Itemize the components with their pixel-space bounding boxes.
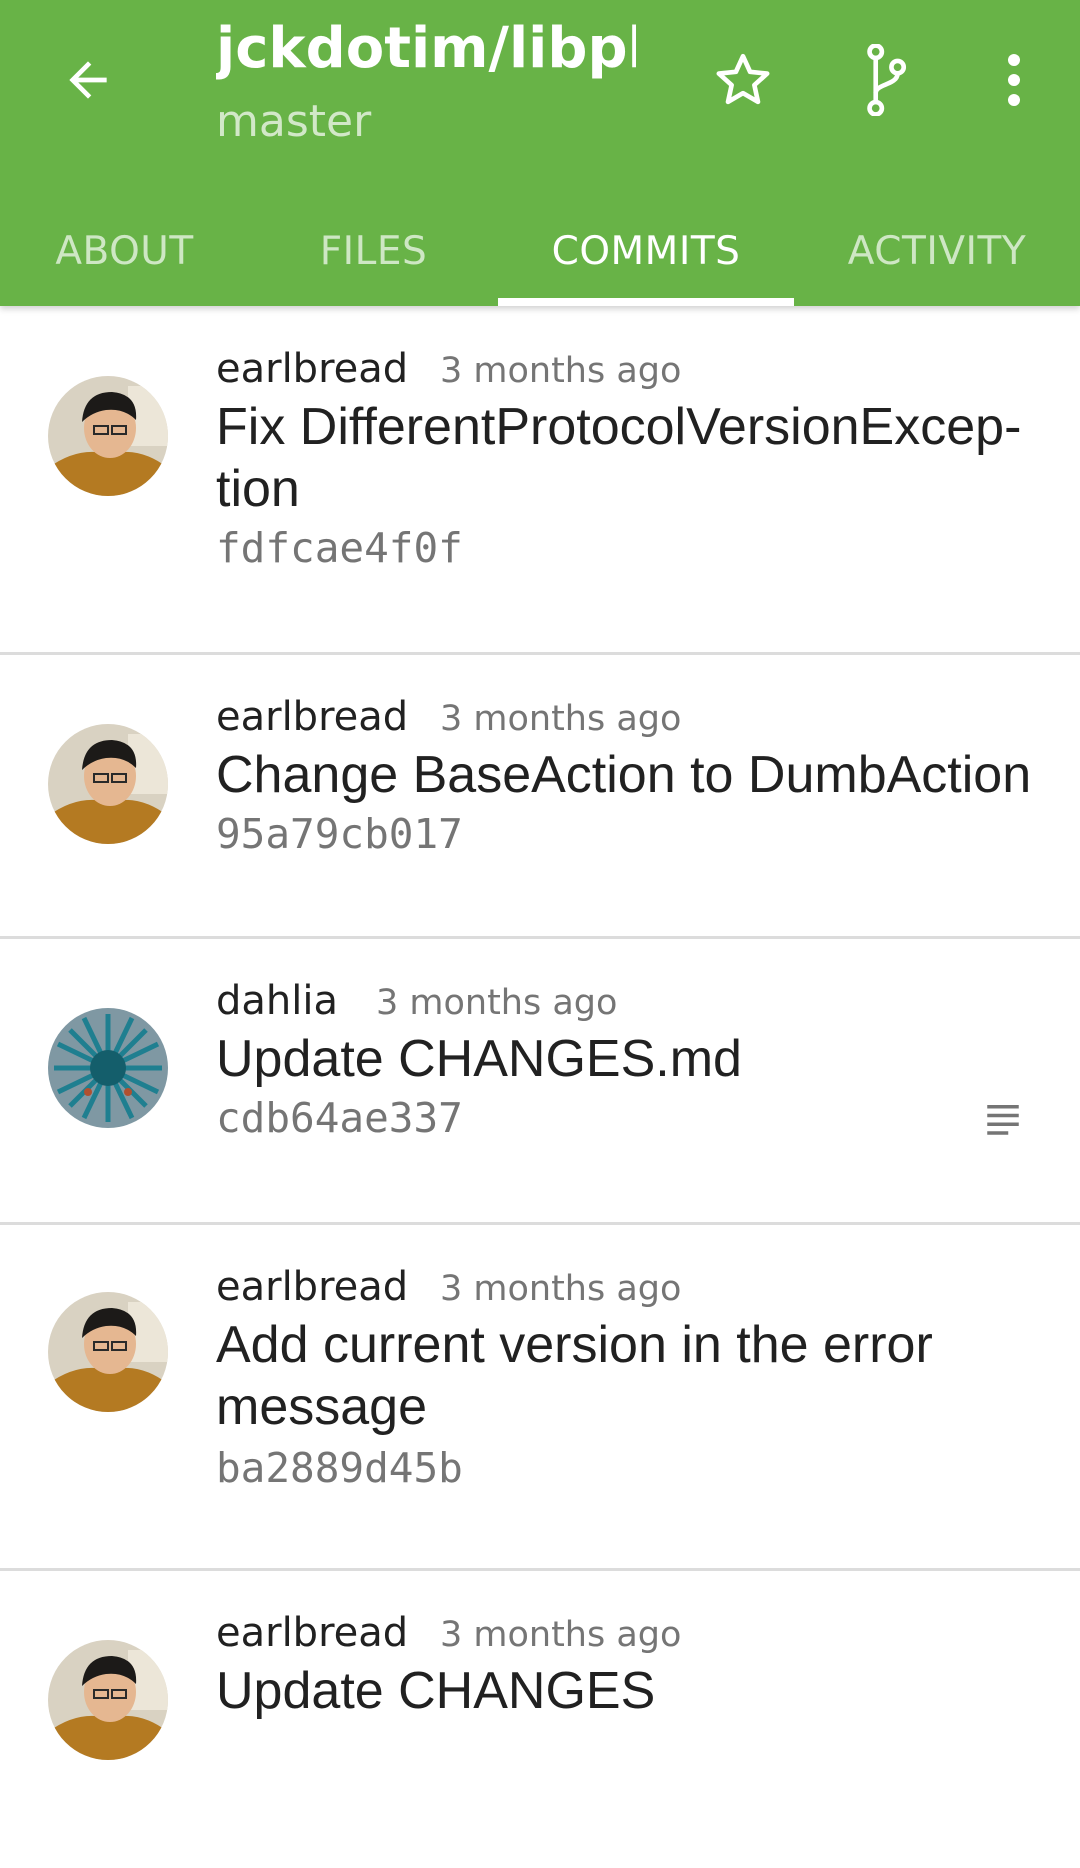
commit-author: earlbread bbox=[216, 1264, 409, 1310]
commit-time: 3 months ago bbox=[440, 699, 682, 739]
commit-author: dahlia bbox=[216, 978, 338, 1024]
tab-commits[interactable]: COMMITS bbox=[498, 196, 794, 306]
commit-row[interactable]: earlbread 3 months ago Add current versi… bbox=[0, 1222, 1080, 1571]
arrow-back-icon bbox=[69, 61, 107, 99]
commit-author: earlbread bbox=[216, 694, 409, 740]
commit-author: earlbread bbox=[216, 1610, 409, 1656]
commit-row[interactable]: earlbread 3 months ago Change BaseAction… bbox=[0, 652, 1080, 939]
commit-time: 3 months ago bbox=[440, 1269, 682, 1309]
commit-time: 3 months ago bbox=[376, 983, 618, 1023]
tab-about[interactable]: ABOUT bbox=[0, 196, 249, 306]
commit-sha: ba2889d45b bbox=[216, 1444, 463, 1492]
avatar[interactable] bbox=[48, 376, 168, 496]
avatar[interactable] bbox=[48, 724, 168, 844]
commit-row[interactable]: earlbread 3 months ago Fix DifferentProt… bbox=[0, 306, 1080, 655]
tab-files[interactable]: FILES bbox=[249, 196, 498, 306]
commit-message: Update CHANGES bbox=[216, 1662, 656, 1720]
commit-sha: 95a79cb017 bbox=[216, 810, 463, 858]
branch-icon bbox=[867, 44, 907, 116]
tab-activity[interactable]: ACTIVITY bbox=[794, 196, 1080, 306]
commit-time: 3 months ago bbox=[440, 1615, 682, 1655]
repo-title: jckdotim/libpl… bbox=[216, 16, 636, 81]
app-bar: jckdotim/libpl… master ABOUT FILES COMMI… bbox=[0, 0, 1080, 306]
tab-indicator bbox=[498, 298, 794, 306]
tab-bar: ABOUT FILES COMMITS ACTIVITY bbox=[0, 196, 1080, 306]
avatar[interactable] bbox=[48, 1008, 168, 1128]
more-options-button[interactable] bbox=[974, 40, 1054, 120]
commit-row[interactable]: earlbread 3 months ago Update CHANGES bbox=[0, 1568, 1080, 1868]
commit-author: earlbread bbox=[216, 346, 409, 392]
branch-button[interactable] bbox=[846, 40, 926, 120]
commit-message: Add current version in the error message bbox=[216, 1316, 933, 1436]
star-outline-icon bbox=[716, 53, 770, 105]
commit-time: 3 months ago bbox=[440, 351, 682, 391]
commit-sha: cdb64ae337 bbox=[216, 1094, 463, 1142]
commit-sha: fdfcae4f0f bbox=[216, 524, 463, 572]
notes-icon bbox=[987, 1105, 1019, 1135]
commit-row[interactable]: dahlia 3 months ago Update CHANGES.md cd… bbox=[0, 936, 1080, 1225]
branch-subtitle: master bbox=[216, 96, 372, 147]
back-button[interactable] bbox=[52, 44, 124, 116]
commit-message: Fix DifferentProtocolVersionExcep- tion bbox=[216, 398, 1022, 518]
commit-message: Update CHANGES.md bbox=[216, 1030, 742, 1088]
star-button[interactable] bbox=[703, 40, 783, 120]
avatar[interactable] bbox=[48, 1640, 168, 1760]
more-vert-icon bbox=[1008, 54, 1020, 106]
avatar[interactable] bbox=[48, 1292, 168, 1412]
commit-message: Change BaseAction to DumbAction bbox=[216, 746, 1032, 804]
